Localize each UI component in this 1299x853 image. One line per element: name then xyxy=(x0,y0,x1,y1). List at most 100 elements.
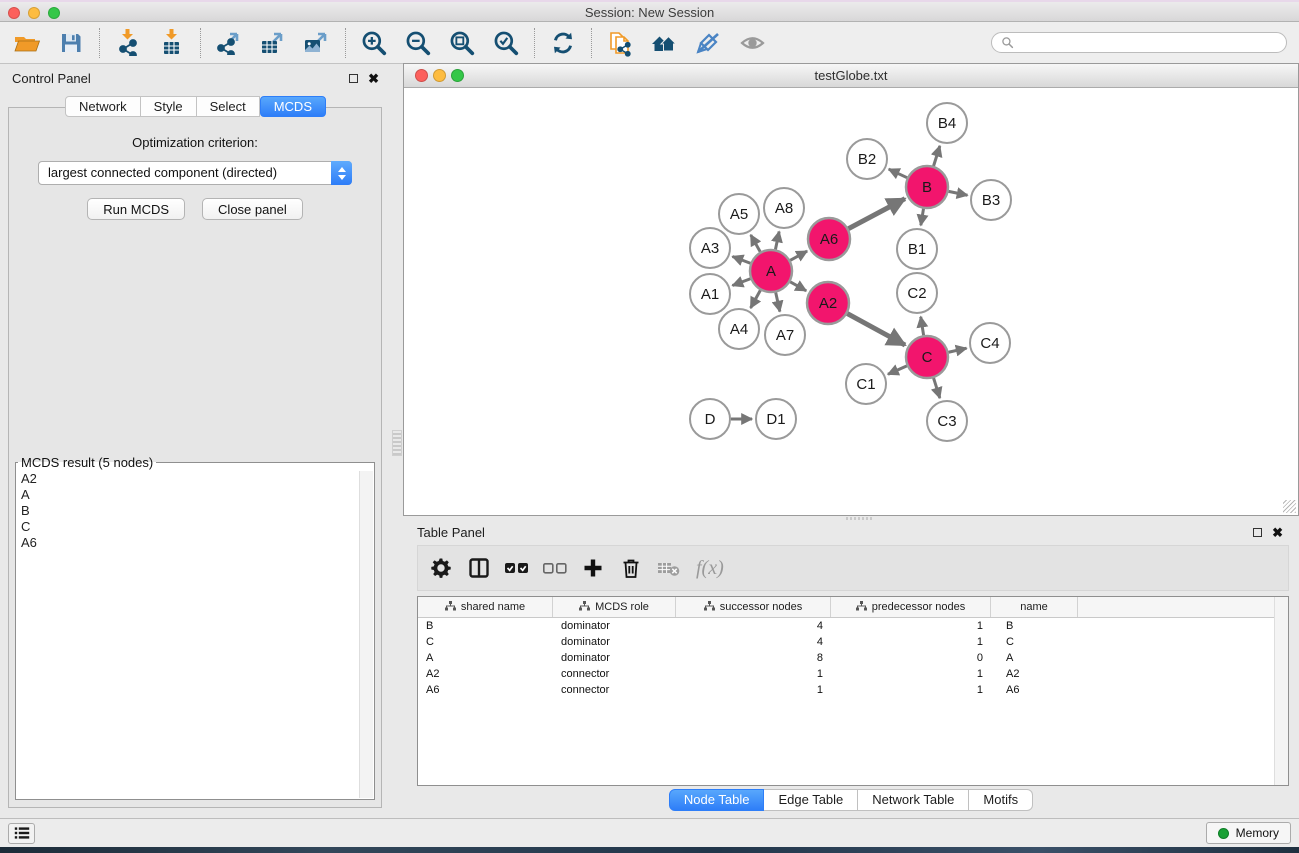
cell-shared-name[interactable]: B xyxy=(418,620,553,632)
column-header-name[interactable]: name xyxy=(991,597,1078,617)
tab-network[interactable]: Network xyxy=(65,96,141,117)
edge-A-A5[interactable] xyxy=(751,235,760,252)
cell-name[interactable]: A2 xyxy=(991,668,1078,680)
edge-B-B1[interactable] xyxy=(921,209,924,226)
cell-predecessor-nodes[interactable]: 1 xyxy=(831,636,991,648)
save-session-icon[interactable] xyxy=(56,28,86,58)
close-table-panel-icon[interactable]: ✖ xyxy=(1272,528,1283,537)
table-row[interactable]: Cdominator41C xyxy=(418,634,1288,650)
result-item[interactable]: A2 xyxy=(21,471,357,487)
cell-predecessor-nodes[interactable]: 1 xyxy=(831,684,991,696)
node-C2[interactable]: C2 xyxy=(897,273,937,313)
select-all-icon[interactable] xyxy=(502,553,532,583)
table-row[interactable]: A2connector11A2 xyxy=(418,666,1288,682)
edge-B-B2[interactable] xyxy=(889,169,907,178)
edge-A-A3[interactable] xyxy=(732,256,750,263)
run-mcds-button[interactable]: Run MCDS xyxy=(87,198,185,220)
result-item[interactable]: A xyxy=(21,487,357,503)
close-panel-button[interactable]: Close panel xyxy=(202,198,303,220)
zoom-selected-icon[interactable] xyxy=(491,28,521,58)
edge-C-C1[interactable] xyxy=(888,366,907,374)
settings-gear-icon[interactable] xyxy=(426,553,456,583)
edge-A-A8[interactable] xyxy=(775,232,779,250)
edge-A-A1[interactable] xyxy=(732,279,750,286)
cell-MCDS-role[interactable]: dominator xyxy=(553,620,676,632)
node-A1[interactable]: A1 xyxy=(690,274,730,314)
home-icon[interactable] xyxy=(649,28,679,58)
export-network-icon[interactable] xyxy=(214,28,244,58)
table-row[interactable]: Adominator80A xyxy=(418,650,1288,666)
table-row[interactable]: A6connector11A6 xyxy=(418,682,1288,698)
column-header-predecessor-nodes[interactable]: predecessor nodes xyxy=(831,597,991,617)
edge-A-A7[interactable] xyxy=(776,292,780,311)
tab-edge-table[interactable]: Edge Table xyxy=(764,789,858,811)
cell-successor-nodes[interactable]: 1 xyxy=(676,684,831,696)
node-A4[interactable]: A4 xyxy=(719,309,759,349)
result-item[interactable]: B xyxy=(21,503,357,519)
column-header-successor-nodes[interactable]: successor nodes xyxy=(676,597,831,617)
memory-button[interactable]: Memory xyxy=(1206,822,1291,844)
result-scrollbar[interactable] xyxy=(359,471,373,798)
cell-successor-nodes[interactable]: 4 xyxy=(676,636,831,648)
node-A5[interactable]: A5 xyxy=(719,194,759,234)
result-item[interactable]: C xyxy=(21,519,357,535)
cell-predecessor-nodes[interactable]: 1 xyxy=(831,620,991,632)
refresh-icon[interactable] xyxy=(548,28,578,58)
node-A8[interactable]: A8 xyxy=(764,188,804,228)
add-row-icon[interactable] xyxy=(578,553,608,583)
node-B3[interactable]: B3 xyxy=(971,180,1011,220)
import-table-icon[interactable] xyxy=(157,28,187,58)
edge-C-C2[interactable] xyxy=(921,317,924,336)
cell-MCDS-role[interactable]: dominator xyxy=(553,652,676,664)
delete-row-icon[interactable] xyxy=(616,553,646,583)
export-table-icon[interactable] xyxy=(258,28,288,58)
search-box[interactable] xyxy=(991,32,1287,53)
table-scrollbar[interactable] xyxy=(1274,597,1288,785)
node-D[interactable]: D xyxy=(690,399,730,439)
node-A3[interactable]: A3 xyxy=(690,228,730,268)
node-C1[interactable]: C1 xyxy=(846,364,886,404)
node-A2[interactable]: A2 xyxy=(807,282,849,324)
tab-motifs[interactable]: Motifs xyxy=(969,789,1033,811)
node-A6[interactable]: A6 xyxy=(808,218,850,260)
edge-C-C3[interactable] xyxy=(934,378,940,398)
float-panel-icon[interactable] xyxy=(349,74,358,83)
node-B1[interactable]: B1 xyxy=(897,229,937,269)
cell-MCDS-role[interactable]: dominator xyxy=(553,636,676,648)
zoom-in-icon[interactable] xyxy=(359,28,389,58)
cell-shared-name[interactable]: A2 xyxy=(418,668,553,680)
edge-C-C4[interactable] xyxy=(948,348,966,352)
edge-A-A4[interactable] xyxy=(751,290,761,308)
cell-shared-name[interactable]: C xyxy=(418,636,553,648)
show-columns-icon[interactable] xyxy=(464,553,494,583)
tab-mcds[interactable]: MCDS xyxy=(260,96,326,117)
node-B[interactable]: B xyxy=(906,166,948,208)
node-C[interactable]: C xyxy=(906,336,948,378)
cell-shared-name[interactable]: A6 xyxy=(418,684,553,696)
close-panel-icon[interactable]: ✖ xyxy=(368,74,379,83)
node-D1[interactable]: D1 xyxy=(756,399,796,439)
edge-A-A2[interactable] xyxy=(790,282,806,291)
column-header-shared-name[interactable]: shared name xyxy=(418,597,553,617)
result-item[interactable]: A6 xyxy=(21,535,357,551)
hide-annotations-icon[interactable] xyxy=(693,28,723,58)
vertical-splitter-grip[interactable] xyxy=(392,430,402,456)
cell-shared-name[interactable]: A xyxy=(418,652,553,664)
float-table-panel-icon[interactable] xyxy=(1253,528,1262,537)
edge-A2-C[interactable] xyxy=(847,314,905,345)
deselect-all-icon[interactable] xyxy=(540,553,570,583)
edge-B-B4[interactable] xyxy=(934,146,940,166)
network-canvas[interactable]: B4B2BB3A5A8A6A3AB1A1A2C2A4A7C4CC1DD1C3 xyxy=(404,89,1298,515)
zoom-fit-icon[interactable] xyxy=(447,28,477,58)
import-network-icon[interactable] xyxy=(113,28,143,58)
column-header-MCDS-role[interactable]: MCDS role xyxy=(553,597,676,617)
cell-name[interactable]: A xyxy=(991,652,1078,664)
edge-A-A6[interactable] xyxy=(790,251,807,260)
tab-network-table[interactable]: Network Table xyxy=(858,789,969,811)
cell-successor-nodes[interactable]: 8 xyxy=(676,652,831,664)
toggle-visibility-icon[interactable] xyxy=(737,28,767,58)
copy-network-icon[interactable] xyxy=(605,28,635,58)
node-B4[interactable]: B4 xyxy=(927,103,967,143)
tab-node-table[interactable]: Node Table xyxy=(669,789,765,811)
cell-successor-nodes[interactable]: 4 xyxy=(676,620,831,632)
